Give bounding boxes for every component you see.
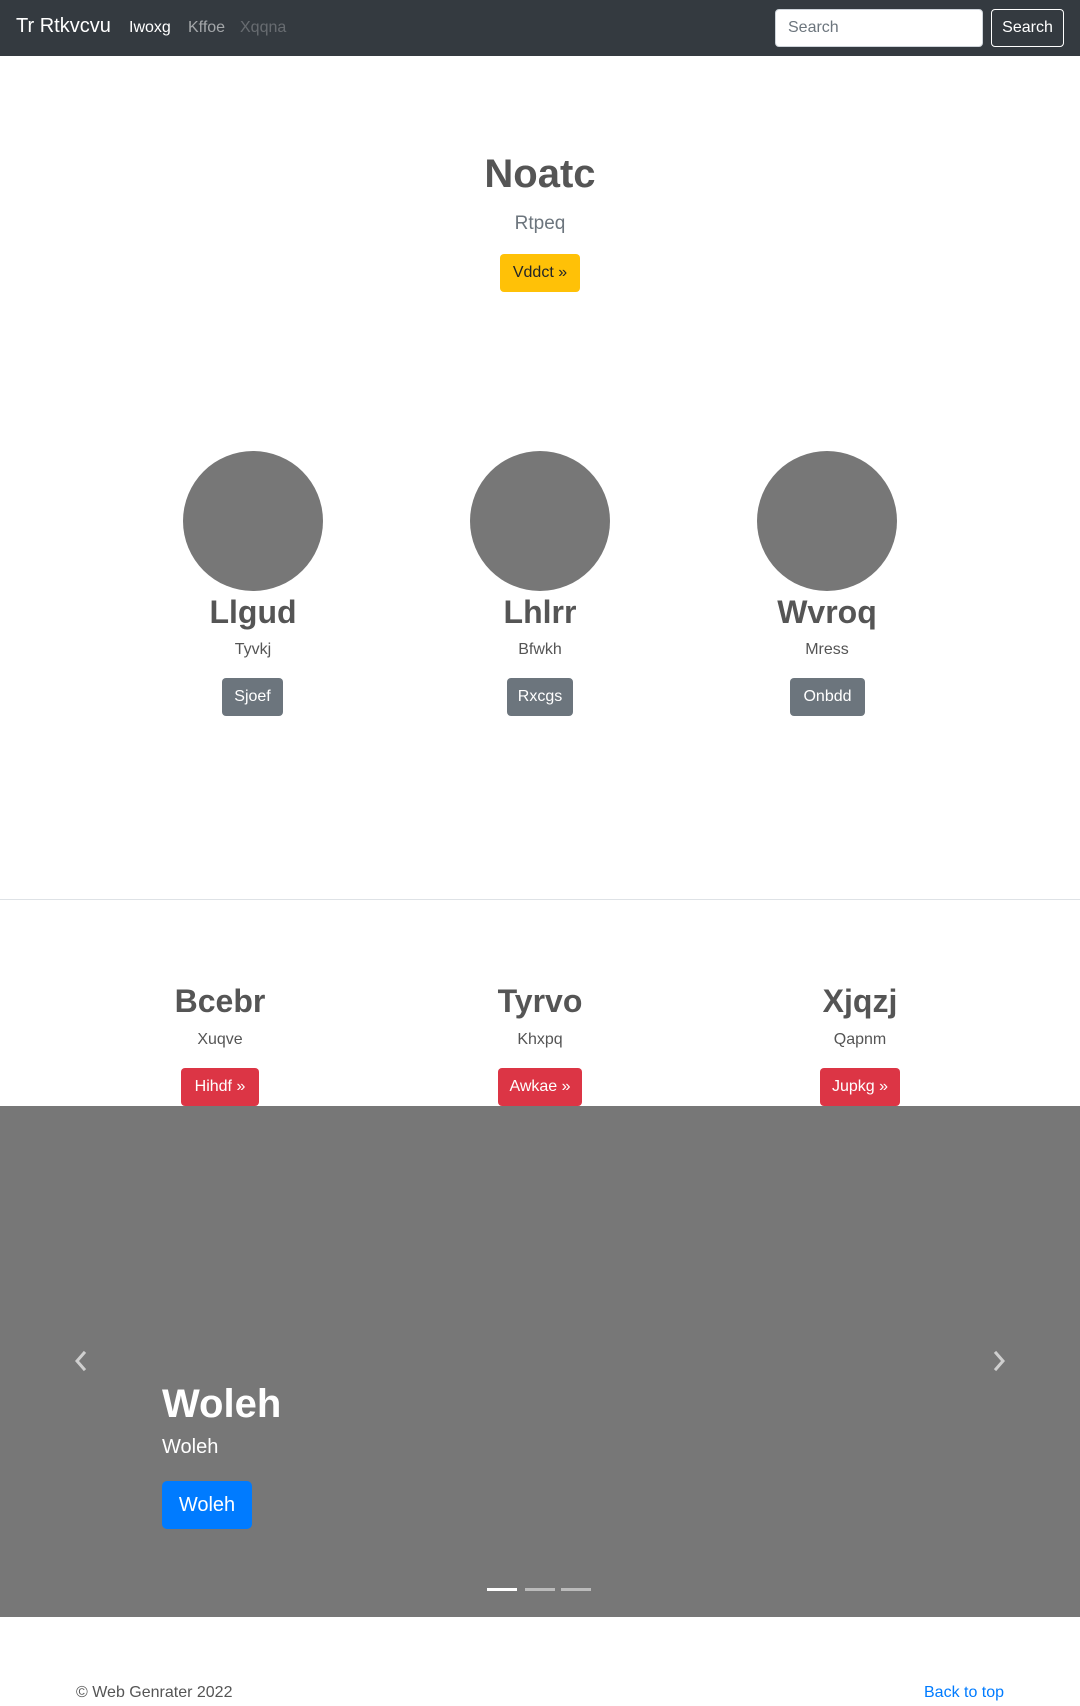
nav-link-xqqna: Xqqna [240, 19, 287, 36]
hero-button[interactable]: Vddct » [500, 254, 580, 292]
nav-link-kffoe[interactable]: Kffoe [188, 19, 225, 37]
column-button-hihdf[interactable]: Hihdf » [181, 1068, 259, 1106]
carousel-next-control[interactable] [987, 1349, 1011, 1373]
chevron-right-icon [993, 1350, 1005, 1372]
carousel-prev-control[interactable] [69, 1349, 93, 1373]
carousel-indicator[interactable] [561, 1588, 591, 1591]
feature-image-placeholder [757, 451, 897, 591]
carousel-title: Woleh [162, 1382, 282, 1426]
column-text: Qapnm [833, 1031, 887, 1048]
feature-button-onbdd[interactable]: Onbdd [790, 678, 865, 716]
column-title: Xjqzj [822, 983, 898, 1019]
nav-link-iwoxg[interactable]: Iwoxg [129, 19, 171, 37]
footer-copyright: © Web Genrater 2022 [76, 1684, 233, 1701]
carousel-indicator[interactable] [525, 1588, 555, 1591]
hero-title: Noatc [484, 152, 596, 196]
chevron-left-icon [75, 1350, 87, 1372]
feature-text: Mress [805, 641, 849, 658]
carousel: Woleh Woleh Woleh [0, 1106, 1080, 1617]
search-input[interactable] [775, 9, 983, 47]
column-text: Xuqve [197, 1031, 243, 1048]
column-button-awkae[interactable]: Awkae » [498, 1068, 582, 1106]
carousel-indicator[interactable] [487, 1588, 517, 1591]
carousel-button[interactable]: Woleh [162, 1481, 252, 1529]
carousel-subtitle: Woleh [162, 1436, 219, 1458]
navbar-brand[interactable]: Tr Rtkvcvu [16, 15, 111, 38]
section-divider [0, 899, 1080, 900]
feature-image-placeholder [470, 451, 610, 591]
column-title: Tyrvo [497, 983, 583, 1019]
feature-title: Llgud [209, 594, 297, 630]
column-title: Bcebr [174, 983, 266, 1019]
feature-title: Lhlrr [503, 594, 577, 630]
column-button-jupkg[interactable]: Jupkg » [820, 1068, 900, 1106]
feature-button-sjoef[interactable]: Sjoef [222, 678, 283, 716]
search-button[interactable]: Search [991, 9, 1064, 47]
feature-text: Tyvkj [234, 641, 272, 658]
feature-image-placeholder [183, 451, 323, 591]
feature-text: Bfwkh [518, 641, 562, 658]
hero-subtitle: Rtpeq [514, 213, 566, 234]
feature-title: Wvroq [777, 594, 877, 630]
navbar: Tr Rtkvcvu Iwoxg Kffoe Xqqna Search [0, 0, 1080, 56]
back-to-top-link[interactable]: Back to top [924, 1684, 1004, 1702]
column-text: Khxpq [517, 1031, 563, 1048]
feature-button-rxcgs[interactable]: Rxcgs [507, 678, 573, 716]
